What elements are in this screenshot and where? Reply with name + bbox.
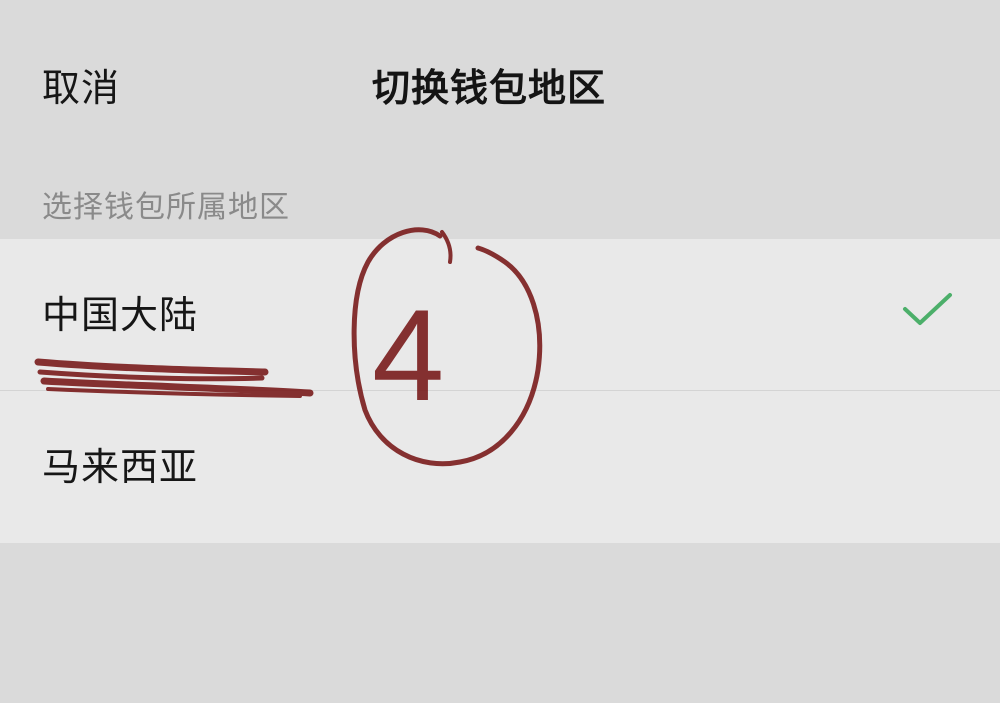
checkmark-icon: [903, 293, 952, 325]
region-label: 马来西亚: [42, 445, 199, 489]
region-option-malaysia[interactable]: 马来西亚: [0, 391, 1000, 543]
navigation-bar: 取消 切换钱包地区: [0, 0, 1000, 178]
region-list: 中国大陆 马来西亚: [0, 239, 1000, 543]
cancel-button[interactable]: 取消: [42, 64, 120, 112]
region-option-mainland-china[interactable]: 中国大陆: [0, 239, 1000, 391]
section-header: 选择钱包所属地区: [42, 190, 290, 225]
region-label: 中国大陆: [42, 293, 199, 337]
page-title: 切换钱包地区: [372, 66, 607, 110]
